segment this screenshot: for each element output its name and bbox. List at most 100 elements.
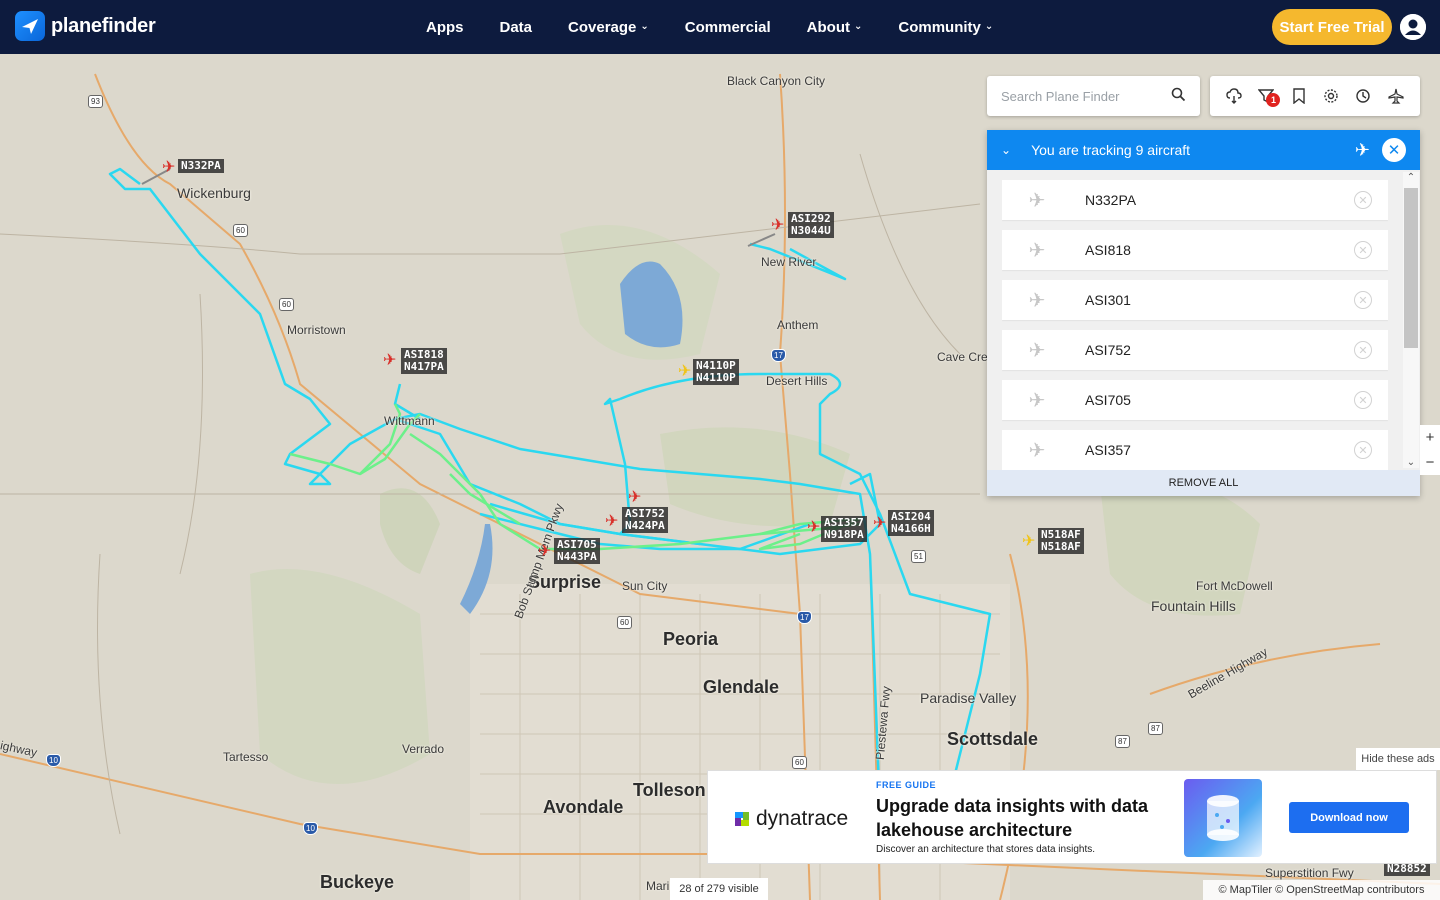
interstate-shield: 17: [771, 349, 786, 362]
tracked-aircraft-row[interactable]: ✈ ASI705 ✕: [1002, 380, 1388, 420]
flight-label[interactable]: ASI752 N424PA: [622, 507, 668, 533]
user-account-icon[interactable]: [1400, 14, 1426, 40]
download-now-button[interactable]: Download now: [1289, 802, 1409, 833]
filter-count-badge: 1: [1266, 93, 1281, 107]
aircraft-icon[interactable]: ✈: [383, 353, 396, 369]
ad-illustration: [1184, 779, 1262, 857]
ad-kicker: FREE GUIDE: [876, 780, 937, 790]
place-anthem: Anthem: [777, 318, 819, 332]
zoom-out-icon[interactable]: −: [1426, 454, 1435, 471]
aircraft-icon[interactable]: ✈: [628, 490, 641, 506]
nav-item-data[interactable]: Data: [500, 19, 533, 36]
flight-label[interactable]: N28852: [1384, 862, 1430, 876]
map-attribution[interactable]: © MapTiler © OpenStreetMap contributors: [1203, 880, 1440, 900]
route-shield: 60: [233, 224, 248, 237]
brand-name: planefinder: [51, 14, 156, 37]
ad-headline: Upgrade data insights with data lakehous…: [876, 796, 1149, 840]
nav-item-community[interactable]: Community ⌄: [898, 19, 993, 36]
search-input[interactable]: [1001, 88, 1161, 104]
chevron-up-icon[interactable]: ⌃: [1403, 172, 1419, 183]
scrollbar-thumb[interactable]: [1404, 188, 1418, 348]
tracked-aircraft-list: ✈ N332PA ✕ ✈ ASI818 ✕ ✈ ASI301 ✕ ✈ ASI752 ✕ ✈ ASI…: [1002, 180, 1388, 470]
zoom-controls: + −: [1420, 425, 1440, 475]
remove-circle-icon[interactable]: ✕: [1354, 291, 1372, 309]
nav-label: Coverage: [568, 18, 637, 36]
place-maricopa: Mari: [646, 879, 670, 893]
aircraft-icon[interactable]: ✈: [162, 160, 175, 176]
remove-circle-icon[interactable]: ✕: [1354, 191, 1372, 209]
aircraft-icon: ✈: [1028, 289, 1046, 312]
dynatrace-logo: dynatrace: [732, 807, 848, 831]
history-icon[interactable]: [1352, 85, 1374, 107]
flight-label[interactable]: N518AF N518AF: [1038, 528, 1084, 554]
advertisement-banner[interactable]: dynatrace FREE GUIDE Upgrade data insigh…: [707, 770, 1437, 864]
aircraft-icon[interactable]: ✈: [873, 516, 886, 532]
place-sun-city: Sun City: [622, 579, 668, 593]
interstate-shield: 17: [797, 611, 812, 624]
chevron-down-icon[interactable]: ⌄: [1403, 457, 1419, 468]
tracked-aircraft-row[interactable]: ✈ ASI301 ✕: [1002, 280, 1388, 320]
aircraft-icon[interactable]: ✈: [771, 218, 784, 234]
hide-ads-button[interactable]: Hide these ads: [1356, 748, 1440, 770]
tracked-aircraft-row[interactable]: ✈ ASI357 ✕: [1002, 430, 1388, 470]
aircraft-callsign: ASI301: [1085, 292, 1131, 308]
remove-all-button[interactable]: REMOVE ALL: [987, 470, 1420, 496]
place-avondale: Avondale: [543, 797, 624, 817]
start-free-trial-button[interactable]: Start Free Trial: [1272, 9, 1392, 45]
aircraft-icon[interactable]: ✈: [678, 364, 691, 380]
flight-label[interactable]: ASI705 N443PA: [554, 538, 600, 564]
place-paradise-valley: Paradise Valley: [920, 690, 1017, 706]
aircraft-icon[interactable]: ✈: [538, 544, 551, 560]
route-shield: 93: [88, 95, 103, 108]
dynatrace-logo-icon: [735, 812, 749, 826]
remove-circle-icon[interactable]: ✕: [1354, 241, 1372, 259]
search-icon[interactable]: [1171, 87, 1186, 105]
aircraft-icon[interactable]: ✈: [605, 514, 618, 530]
playback-plane-icon[interactable]: [1385, 85, 1407, 107]
tracked-aircraft-row[interactable]: ✈ ASI818 ✕: [1002, 230, 1388, 270]
route-shield: 60: [617, 616, 632, 629]
place-tartesso: Tartesso: [223, 750, 269, 764]
top-navigation-bar: planefinder Apps Data Coverage ⌄ Commerci…: [0, 0, 1440, 54]
flight-label[interactable]: ASI357 N918PA: [821, 516, 867, 542]
main-nav: Apps Data Coverage ⌄ Commercial About ⌄ Co…: [426, 0, 993, 54]
nav-item-coverage[interactable]: Coverage ⌄: [568, 19, 649, 36]
aircraft-icon[interactable]: ✈: [807, 520, 820, 536]
remove-circle-icon[interactable]: ✕: [1354, 391, 1372, 409]
weather-layer-icon[interactable]: [1223, 85, 1245, 107]
tracking-panel: ⌄ You are tracking 9 aircraft ✈ ✕ ✈ N332P…: [987, 130, 1420, 496]
brand-logo[interactable]: planefinder: [15, 11, 156, 41]
aircraft-icon[interactable]: ✈: [1022, 534, 1035, 550]
aircraft-icon: ✈: [1028, 389, 1046, 412]
flight-label[interactable]: N332PA: [178, 159, 224, 173]
flight-label[interactable]: ASI292 N3044U: [788, 212, 834, 238]
close-icon[interactable]: ✕: [1382, 138, 1406, 162]
aircraft-callsign: ASI357: [1085, 442, 1131, 458]
remove-circle-icon[interactable]: ✕: [1354, 441, 1372, 459]
flight-label[interactable]: N4110P N4110P: [693, 359, 739, 385]
zoom-in-icon[interactable]: +: [1426, 429, 1435, 446]
place-buckeye: Buckeye: [320, 872, 395, 892]
settings-gear-icon[interactable]: [1320, 85, 1342, 107]
place-peoria: Peoria: [663, 629, 719, 649]
place-desert-hills: Desert Hills: [766, 374, 828, 388]
chevron-down-icon[interactable]: ⌄: [1001, 143, 1011, 157]
tracking-list-scrollbar[interactable]: ⌃ ⌄: [1403, 172, 1419, 468]
filter-icon[interactable]: 1: [1255, 85, 1281, 107]
tracked-aircraft-row[interactable]: ✈ N332PA ✕: [1002, 180, 1388, 220]
remove-circle-icon[interactable]: ✕: [1354, 341, 1372, 359]
visible-aircraft-count: 28 of 279 visible: [670, 878, 768, 900]
aircraft-callsign: ASI705: [1085, 392, 1131, 408]
flight-label[interactable]: ASI818 N417PA: [401, 348, 447, 374]
tracked-aircraft-row[interactable]: ✈ ASI752 ✕: [1002, 330, 1388, 370]
nav-item-apps[interactable]: Apps: [426, 19, 464, 36]
route-shield: 87: [1115, 735, 1130, 748]
nav-item-about[interactable]: About ⌄: [807, 19, 863, 36]
nav-item-commercial[interactable]: Commercial: [685, 19, 771, 36]
place-wittmann: Wittmann: [384, 414, 435, 428]
route-shield: 51: [911, 550, 926, 563]
bookmark-icon[interactable]: [1288, 85, 1310, 107]
flight-label[interactable]: ASI204 N4166H: [888, 510, 934, 536]
chevron-down-icon: ⌄: [640, 20, 649, 32]
aircraft-icon: ✈: [1028, 339, 1046, 362]
